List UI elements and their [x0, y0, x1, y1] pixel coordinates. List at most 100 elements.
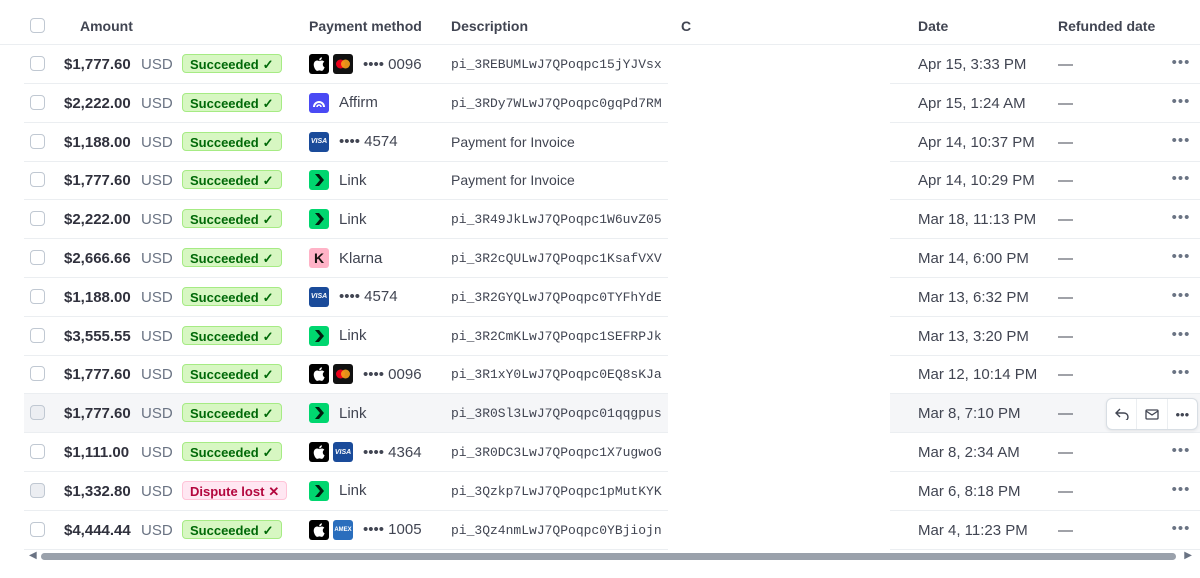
more-icon[interactable]: ••• — [1170, 247, 1192, 269]
status-badge: Succeeded ✓ — [182, 170, 282, 190]
currency: USD — [141, 211, 173, 229]
select-all-checkbox[interactable] — [30, 18, 45, 33]
payment-method-label: Link — [339, 482, 367, 500]
description: pi_3R0DC3LwJ7QPoqpc1X7ugwoG — [451, 445, 662, 460]
more-icon[interactable]: ••• — [1168, 399, 1197, 429]
description: pi_3R0Sl3LwJ7QPoqpc01qqgpus — [451, 406, 662, 422]
link-icon — [309, 325, 329, 346]
check-icon: ✓ — [262, 173, 274, 189]
row-checkbox[interactable] — [30, 172, 45, 188]
date: Mar 4, 11:23 PM — [918, 521, 1028, 539]
currency: USD — [141, 133, 173, 151]
table-row[interactable]: $1,777.60 USD Succeeded ✓ •••• 0096 pi_3REBUM… — [24, 45, 1200, 84]
row-checkbox[interactable] — [30, 250, 45, 265]
currency: USD — [141, 56, 173, 73]
more-icon[interactable]: ••• — [1170, 519, 1192, 541]
date: Mar 13, 3:20 PM — [918, 327, 1029, 345]
table-row[interactable]: $1,188.00 USD Succeeded ✓ VISA •••• 4574 pi_3R… — [24, 278, 1200, 317]
refunded-date: — — [1058, 56, 1073, 73]
table-row[interactable]: $2,222.00 USD Succeeded ✓ Affirm pi_3RDy7WLwJ… — [24, 84, 1200, 123]
header-payment-method[interactable]: Payment method — [309, 18, 422, 34]
more-icon[interactable]: ••• — [1170, 286, 1192, 308]
amount: $2,666.66 — [64, 250, 131, 267]
amount: $1,777.60 — [64, 172, 131, 190]
amount: $1,777.60 — [64, 366, 131, 384]
amount: $2,222.00 — [64, 211, 131, 229]
status-label: Succeeded — [190, 134, 259, 150]
description: pi_3R49JkLwJ7QPoqpc1W6uvZ05 — [451, 212, 662, 228]
table-row[interactable]: $1,777.60 USD Succeeded ✓ Link pi_3R0Sl3LwJ7Q… — [24, 394, 1200, 434]
payment-method: •••• 0096 — [309, 363, 422, 385]
row-checkbox[interactable] — [30, 327, 45, 343]
table-row[interactable]: $3,555.55 USD Succeeded ✓ Link pi_3R2CmKLwJ7Q… — [24, 317, 1200, 356]
table-row[interactable]: $4,444.44 USD Succeeded ✓ AMEX •••• 1005 pi_3Q… — [24, 511, 1200, 550]
amount: $3,555.55 — [64, 327, 131, 345]
refunded-date: — — [1058, 250, 1073, 267]
row-checkbox[interactable] — [30, 211, 45, 227]
payment-method: Link — [309, 325, 367, 347]
date: Mar 18, 11:13 PM — [918, 211, 1037, 229]
more-icon[interactable]: ••• — [1170, 53, 1192, 75]
table-row[interactable]: $1,188.00 USD Succeeded ✓ VISA •••• 4574 Payme… — [24, 123, 1200, 162]
row-checkbox[interactable] — [30, 405, 45, 421]
header-customer[interactable]: C — [681, 18, 691, 34]
date: Apr 14, 10:37 PM — [918, 133, 1035, 151]
table-row[interactable]: $1,111.00 USD Succeeded ✓ VISA •••• 4364 pi_3R… — [24, 433, 1200, 472]
refunded-date: — — [1058, 211, 1073, 229]
more-icon[interactable]: ••• — [1170, 363, 1192, 385]
table-row[interactable]: $2,666.66 USD Succeeded ✓ K Klarna pi_3R2cQULw… — [24, 239, 1200, 278]
status-badge: Dispute lost ✕ — [182, 480, 288, 500]
row-checkbox[interactable] — [30, 133, 45, 149]
check-icon: ✓ — [262, 134, 274, 150]
header-description[interactable]: Description — [451, 18, 528, 34]
description: pi_3R2cQULwJ7QPoqpc1KsafVXV — [451, 251, 662, 266]
row-checkbox[interactable] — [30, 482, 45, 498]
row-checkbox[interactable] — [30, 444, 45, 459]
horizontal-scrollbar[interactable]: ◀ ▶ — [27, 550, 1192, 562]
row-checkbox[interactable] — [30, 56, 45, 71]
currency: USD — [141, 250, 173, 267]
payment-method: VISA •••• 4574 — [309, 131, 398, 153]
refunded-date: — — [1058, 444, 1073, 461]
payment-method: Link — [309, 402, 367, 424]
check-icon: ✓ — [262, 251, 274, 266]
more-icon[interactable]: ••• — [1170, 480, 1192, 502]
more-icon[interactable]: ••• — [1170, 92, 1192, 114]
scroll-thumb[interactable] — [41, 553, 1176, 560]
date: Mar 6, 8:18 PM — [918, 482, 1021, 500]
payment-method-label: •••• 1005 — [363, 521, 422, 539]
check-icon: ✓ — [262, 57, 274, 72]
table-row[interactable]: $1,777.60 USD Succeeded ✓ Link Payment for In… — [24, 161, 1200, 201]
row-checkbox[interactable] — [30, 94, 45, 110]
redacted-area — [668, 46, 890, 550]
date: Apr 15, 1:24 AM — [918, 94, 1026, 112]
scroll-right-arrow-icon[interactable]: ▶ — [1184, 550, 1192, 561]
status-badge: Succeeded ✓ — [182, 519, 282, 539]
row-checkbox[interactable] — [30, 366, 45, 382]
status-label: Succeeded — [190, 522, 259, 538]
visa-icon: VISA — [309, 131, 329, 152]
table-row[interactable]: $1,777.60 USD Succeeded ✓ •••• 0096 pi_3R1xY0… — [24, 355, 1200, 395]
status-badge: Succeeded ✓ — [182, 92, 282, 112]
header-refunded-date[interactable]: Refunded date — [1058, 18, 1155, 34]
refund-icon[interactable] — [1107, 399, 1138, 430]
status-badge: Succeeded ✓ — [182, 364, 282, 384]
date: Mar 13, 6:32 PM — [918, 288, 1029, 306]
more-icon[interactable]: ••• — [1170, 441, 1192, 463]
email-icon[interactable] — [1137, 399, 1168, 430]
row-checkbox[interactable] — [30, 521, 45, 537]
row-checkbox[interactable] — [30, 288, 45, 304]
more-icon[interactable]: ••• — [1170, 325, 1192, 347]
header-date[interactable]: Date — [918, 18, 948, 34]
header-amount[interactable]: Amount — [80, 18, 133, 34]
status-label: Succeeded — [190, 328, 259, 344]
date: Mar 14, 6:00 PM — [918, 250, 1029, 267]
more-icon[interactable]: ••• — [1170, 169, 1192, 191]
description: Payment for Invoice — [451, 172, 575, 189]
scroll-left-arrow-icon[interactable]: ◀ — [29, 550, 37, 561]
more-icon[interactable]: ••• — [1170, 208, 1192, 230]
more-icon[interactable]: ••• — [1170, 131, 1192, 153]
table-row[interactable]: $2,222.00 USD Succeeded ✓ Link pi_3R49JkLwJ7Q… — [24, 200, 1200, 240]
table-row[interactable]: $1,332.80 USD Dispute lost ✕ Link pi_3Qzkp7Lw… — [24, 472, 1200, 511]
currency: USD — [141, 444, 173, 461]
